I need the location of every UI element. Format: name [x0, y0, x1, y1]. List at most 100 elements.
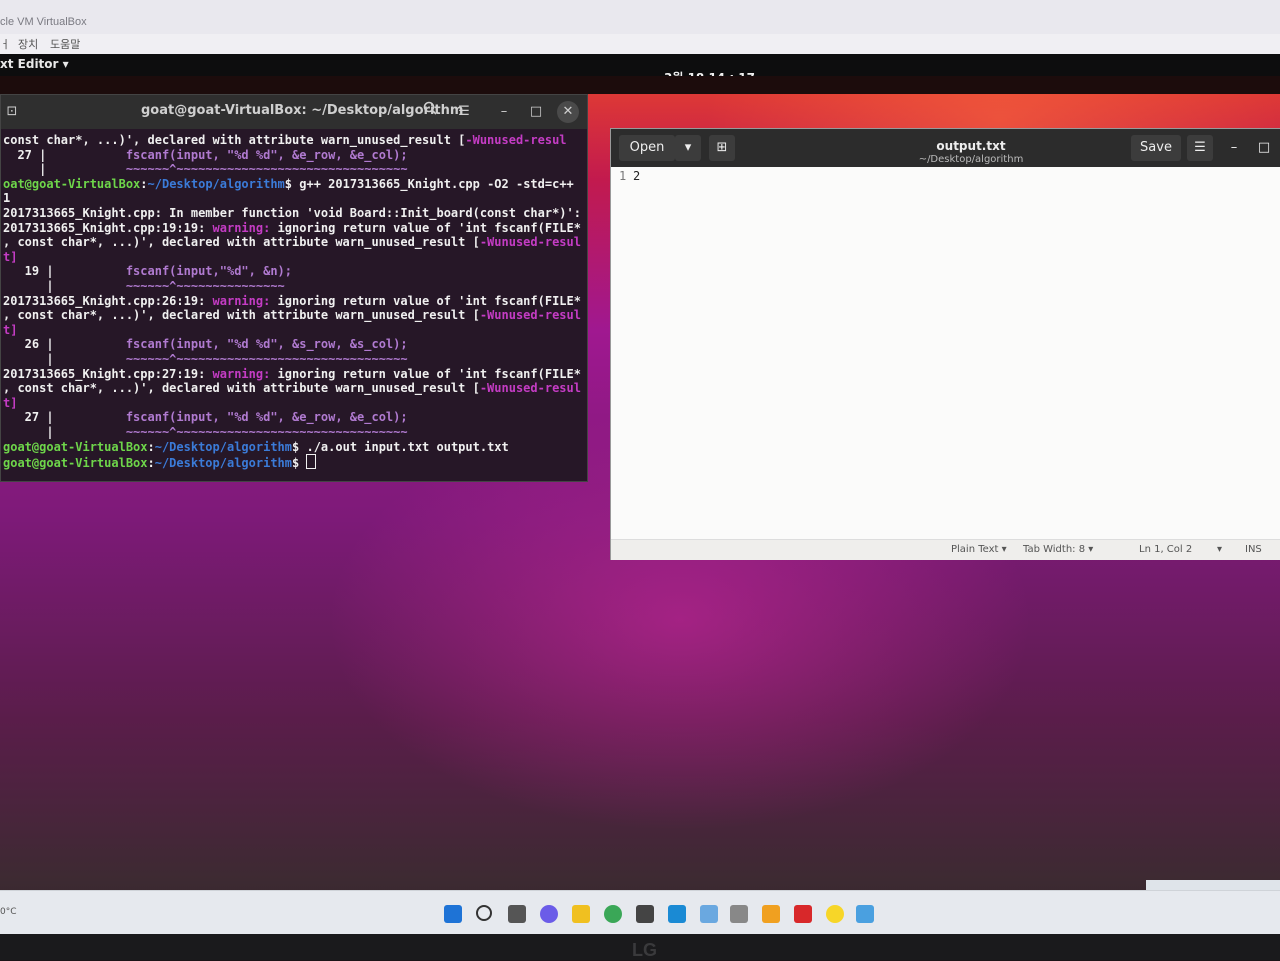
- terminal-line: 26 | fscanf(input, "%d %d", &s_row, &s_c…: [3, 337, 408, 351]
- terminal-text: 27 |: [3, 147, 126, 162]
- terminal-text: ~~~~~~^~~~~~~~~~~~~~~~~~~~~~~~~~~~~~~~~: [125, 352, 408, 366]
- terminal-line: | ~~~~~~^~~~~~~~~~~~~~~~~~~~~~~~~~~~~~~~…: [3, 352, 408, 366]
- terminal-line: t]: [3, 323, 17, 337]
- terminal-text: -Wunused-resul: [479, 235, 581, 250]
- new-document-icon[interactable]: ⊞: [709, 135, 735, 161]
- terminal-line: 2017313665_Knight.cpp:27:19: warning: ig…: [3, 367, 581, 381]
- terminal-line: goat@goat-VirtualBox:~/Desktop/algorithm…: [3, 440, 509, 454]
- terminal-text: goat@goat-VirtualBox: [3, 456, 148, 471]
- terminal-text: , const char*, ...)', declared with attr…: [3, 381, 480, 396]
- app-menu[interactable]: xt Editor ▾: [0, 57, 69, 71]
- document-title: output.txt: [936, 139, 1006, 153]
- terminal-text: 26 |: [3, 337, 126, 352]
- menu-item-devices[interactable]: 장치: [18, 36, 38, 52]
- terminal-line: const char*, ...)', declared with attrib…: [3, 133, 567, 147]
- terminal-line: | ~~~~~~^~~~~~~~~~~~~~~~~~~~~~~~~~~~~~~~…: [3, 162, 407, 177]
- terminal-text: -Wunused-resul: [465, 133, 567, 147]
- terminal-text: |: [3, 279, 126, 293]
- terminal-text: 27 |: [3, 410, 126, 425]
- terminal-text: t]: [3, 395, 18, 410]
- search-icon[interactable]: [419, 101, 441, 123]
- cursor-position[interactable]: Ln 1, Col 2: [1139, 544, 1192, 555]
- terminal-text: 2017313665_Knight.cpp:19:19:: [3, 220, 213, 235]
- terminal-line: 27 | fscanf(input, "%d %d", &e_row, &e_c…: [3, 147, 408, 162]
- terminal-text: :: [147, 456, 155, 471]
- terminal-text: t]: [3, 322, 18, 337]
- terminal-line: , const char*, ...)', declared with attr…: [3, 381, 581, 395]
- save-button[interactable]: Save: [1131, 135, 1181, 161]
- terminal-output[interactable]: const char*, ...)', declared with attrib…: [1, 129, 587, 481]
- terminal-line: 1: [3, 191, 10, 205]
- terminal-text: ~/Desktop/algorithm: [154, 456, 293, 471]
- terminal-text: fscanf(input,"%d", &n);: [125, 264, 292, 279]
- open-button[interactable]: Open: [619, 135, 675, 161]
- menu-item-help[interactable]: 도움말: [50, 36, 80, 52]
- terminal-line: oat@goat-VirtualBox:~/Desktop/algorithm$…: [3, 177, 574, 191]
- menu-item-view[interactable]: ㅓ: [0, 36, 10, 52]
- chat-icon[interactable]: [540, 905, 558, 923]
- open-dropdown-icon[interactable]: ▾: [675, 135, 701, 161]
- search-icon[interactable]: [476, 905, 492, 921]
- tab-width-selector[interactable]: Tab Width: 8 ▾: [1023, 544, 1093, 555]
- terminal-text: ~/Desktop/algorithm: [154, 439, 293, 454]
- terminal-text: const char*, ...)', declared with attrib…: [3, 133, 466, 147]
- new-tab-icon[interactable]: ⊡: [1, 101, 23, 123]
- terminal-window[interactable]: ⊡ goat@goat-VirtualBox: ~/Desktop/algori…: [0, 94, 588, 482]
- terminal-line: 27 | fscanf(input, "%d %d", &e_row, &e_c…: [3, 410, 408, 424]
- editor-header: Open ▾ ⊞ output.txt ~/Desktop/algorithm …: [611, 129, 1280, 167]
- terminal-line: 2017313665_Knight.cpp:19:19: warning: ig…: [3, 221, 581, 235]
- virtualbox-menubar: ㅓ 장치 도움말: [0, 34, 1280, 55]
- acrobat-icon[interactable]: [794, 905, 812, 923]
- terminal-text: fscanf(input, "%d %d", &s_row, &s_col);: [125, 337, 408, 352]
- terminal-title: goat@goat-VirtualBox: ~/Desktop/algorith…: [141, 103, 464, 118]
- text-cursor: [306, 454, 317, 470]
- terminal-text: , const char*, ...)', declared with attr…: [3, 235, 480, 250]
- editor-status-bar: Plain Text ▾ Tab Width: 8 ▾ Ln 1, Col 2 …: [611, 539, 1280, 560]
- chrome-icon[interactable]: [604, 905, 622, 923]
- terminal-text: t]: [3, 249, 18, 264]
- terminal-text: |: [3, 162, 126, 177]
- maximize-icon[interactable]: □: [525, 101, 547, 123]
- terminal-text: :: [147, 439, 155, 454]
- terminal-line: 19 | fscanf(input,"%d", &n);: [3, 264, 292, 278]
- minimize-icon[interactable]: –: [493, 101, 515, 123]
- windows-start-icon[interactable]: [444, 905, 462, 923]
- document-content[interactable]: 2: [633, 169, 640, 183]
- terminal-text: 2017313665_Knight.cpp: In member functio…: [3, 206, 581, 220]
- weather-widget[interactable]: 0°C: [0, 907, 17, 917]
- terminal-text: fscanf(input, "%d %d", &e_row, &e_col);: [125, 147, 408, 162]
- lg-logo: LG: [632, 940, 657, 960]
- top-bar-shadow: [0, 76, 1280, 94]
- windows-taskbar: [0, 890, 1280, 935]
- hamburger-menu-icon[interactable]: ☰: [1187, 135, 1213, 161]
- terminal-line: 2017313665_Knight.cpp: In member functio…: [3, 206, 581, 220]
- file-explorer-icon[interactable]: [572, 905, 590, 923]
- terminal-text: ~~~~~~^~~~~~~~~~~~~~~~~~~~~~~~~~~~~~~~~: [125, 425, 408, 439]
- kakaotalk-icon[interactable]: [826, 905, 844, 923]
- line-number: 1: [619, 169, 627, 183]
- text-editor-window[interactable]: Open ▾ ⊞ output.txt ~/Desktop/algorithm …: [610, 128, 1280, 560]
- syntax-selector[interactable]: Plain Text ▾: [951, 544, 1007, 555]
- task-view-icon[interactable]: [508, 905, 526, 923]
- close-icon[interactable]: ✕: [557, 101, 579, 123]
- terminal-text: goat@goat-VirtualBox: [3, 439, 148, 454]
- vscode-icon[interactable]: [668, 905, 686, 923]
- hamburger-menu-icon[interactable]: ☰: [453, 101, 475, 123]
- minimize-icon[interactable]: –: [1223, 135, 1245, 161]
- terminal-line: t]: [3, 250, 17, 264]
- terminal-header[interactable]: ⊡ goat@goat-VirtualBox: ~/Desktop/algori…: [1, 95, 587, 129]
- mail-icon[interactable]: [700, 905, 718, 923]
- virtualbox-icon[interactable]: [730, 905, 748, 923]
- terminal-text: -Wunused-resul: [479, 308, 581, 323]
- maximize-icon[interactable]: □: [1253, 135, 1275, 161]
- terminal-line: , const char*, ...)', declared with attr…: [3, 235, 581, 249]
- terminal-text: |: [3, 425, 126, 439]
- paint-icon[interactable]: [762, 905, 780, 923]
- editor-text-area[interactable]: 1 2: [611, 167, 1280, 539]
- folder-icon[interactable]: [636, 905, 654, 923]
- terminal-text: ignoring return value of 'int fscanf(FIL…: [270, 220, 581, 235]
- insert-mode[interactable]: INS: [1245, 544, 1262, 555]
- position-dropdown-icon[interactable]: ▾: [1217, 544, 1222, 555]
- network-icon[interactable]: [856, 905, 874, 923]
- terminal-text: |: [3, 352, 126, 366]
